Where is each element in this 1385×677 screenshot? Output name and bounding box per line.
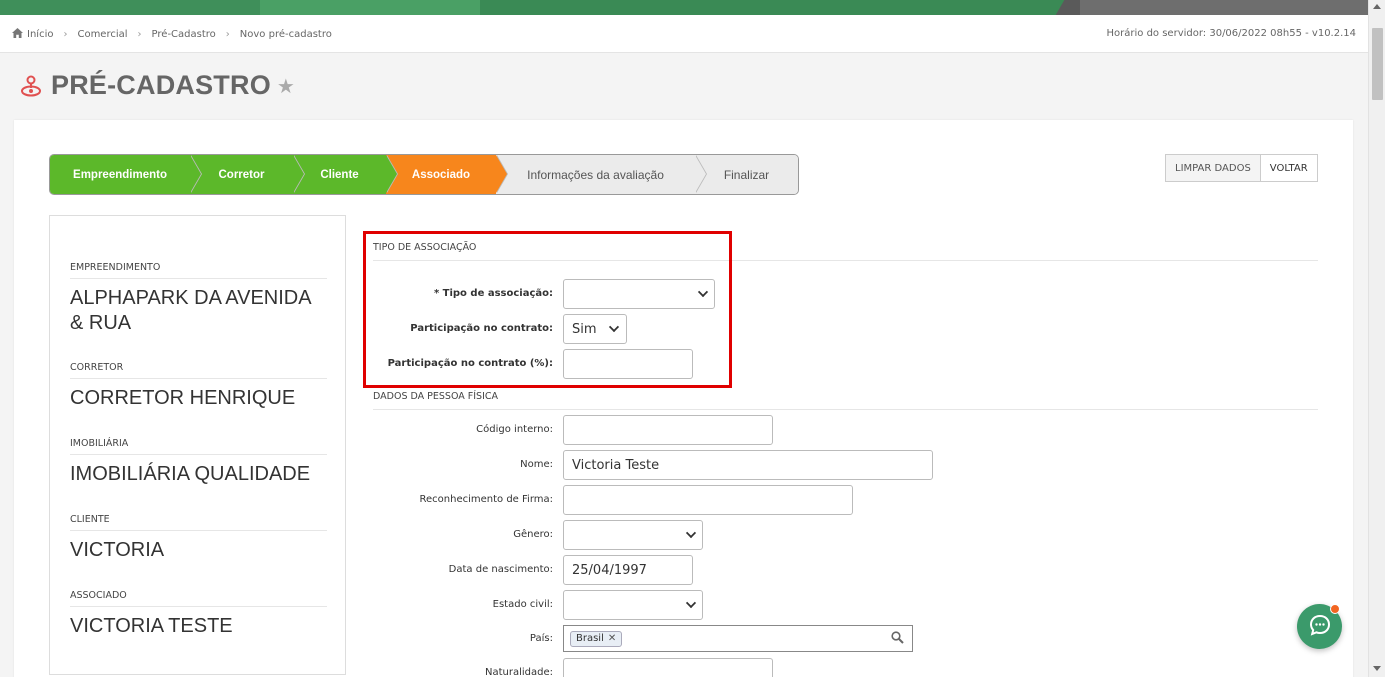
name-input[interactable]: Victoria Teste (563, 450, 933, 480)
home-icon (12, 28, 23, 41)
back-button[interactable]: VOLTAR (1260, 154, 1318, 182)
marital-status-label: Estado civil: (492, 599, 553, 610)
breadcrumb-bar: Início › Comercial › Pré-Cadastro › Novo… (0, 15, 1368, 53)
birth-date-input[interactable]: 25/04/1997 (563, 555, 693, 585)
chevron-right-icon: › (63, 29, 68, 40)
scroll-down-icon[interactable] (1373, 666, 1381, 671)
breadcrumb: Início › Comercial › Pré-Cadastro › Novo… (12, 28, 332, 41)
summary-panel: EMPREENDIMENTO ALPHAPARK DA AVENIDA & RU… (49, 215, 346, 675)
remove-tag-icon[interactable]: ✕ (608, 633, 616, 644)
step-label: Informações da avaliação (527, 167, 664, 182)
step-label: Cliente (320, 168, 359, 181)
page-scrollbar[interactable] (1368, 0, 1385, 677)
step-finalizar[interactable]: Finalizar (695, 155, 798, 194)
country-tag: Brasil ✕ (570, 630, 623, 647)
naturality-label: Naturalidade: (484, 667, 553, 677)
chevron-down-icon (685, 527, 697, 539)
joystick-icon (20, 75, 42, 97)
step-label: Empreendimento (73, 168, 167, 181)
search-icon[interactable] (891, 631, 904, 647)
step-informacoes-avaliacao[interactable]: Informações da avaliação (496, 155, 707, 194)
breadcrumb-inicio[interactable]: Início (27, 29, 53, 40)
summary-associado: ASSOCIADO VICTORIA TESTE (70, 590, 327, 639)
breadcrumb-pre-cadastro[interactable]: Pré-Cadastro (152, 29, 216, 40)
notification-dot (1330, 604, 1340, 614)
naturality-input[interactable] (563, 658, 773, 677)
internal-code-label: Código interno: (476, 424, 553, 435)
country-multiselect[interactable]: Brasil ✕ (563, 625, 913, 652)
step-label: Associado (411, 168, 471, 181)
gender-select[interactable] (563, 520, 703, 550)
divider (373, 409, 1318, 410)
chevron-right-icon: › (225, 29, 230, 40)
summary-empreendimento: EMPREENDIMENTO ALPHAPARK DA AVENIDA & RU… (70, 262, 327, 336)
birth-date-label: Data de nascimento: (448, 564, 553, 575)
chevron-right-icon: › (137, 29, 142, 40)
summary-imobiliaria: IMOBILIÁRIA IMOBILIÁRIA QUALIDADE (70, 438, 327, 487)
wizard-steps: Empreendimento Corretor Cliente Associad… (49, 154, 799, 195)
name-label: Nome: (520, 459, 553, 470)
marital-status-select[interactable] (563, 590, 703, 620)
highlight-box (363, 231, 732, 388)
gender-label: Gênero: (513, 529, 553, 540)
scrollbar-thumb[interactable] (1372, 28, 1383, 100)
step-label: Finalizar (723, 167, 770, 182)
country-label: País: (529, 633, 553, 644)
clear-data-button[interactable]: LIMPAR DADOS (1165, 154, 1261, 182)
summary-corretor: CORRETOR CORRETOR HENRIQUE (70, 362, 327, 411)
action-buttons: LIMPAR DADOS VOLTAR (1165, 154, 1318, 182)
step-corretor[interactable]: Corretor (190, 155, 305, 194)
top-header-bar (0, 0, 1368, 15)
scroll-up-icon[interactable] (1373, 4, 1381, 9)
step-label: Corretor (218, 168, 265, 181)
breadcrumb-current: Novo pré-cadastro (239, 29, 332, 40)
chat-button[interactable] (1297, 604, 1342, 649)
page-title: PRÉ-CADASTRO (51, 70, 271, 100)
chat-bubble-icon (1309, 614, 1331, 640)
person-section-title: DADOS DA PESSOA FÍSICA (373, 391, 499, 402)
page-header: PRÉ-CADASTRO ★ (20, 70, 295, 101)
step-associado[interactable]: Associado (386, 155, 508, 194)
step-cliente[interactable]: Cliente (293, 155, 398, 194)
breadcrumb-comercial[interactable]: Comercial (77, 29, 127, 40)
signature-label: Reconhecimento de Firma: (419, 494, 553, 505)
chevron-down-icon (685, 597, 697, 609)
server-time: Horário do servidor: 30/06/2022 08h55 - … (1106, 28, 1356, 39)
internal-code-input[interactable] (563, 415, 773, 445)
summary-cliente: CLIENTE VICTORIA (70, 514, 327, 563)
signature-input[interactable] (563, 485, 853, 515)
star-icon[interactable]: ★ (277, 74, 295, 98)
step-empreendimento[interactable]: Empreendimento (50, 155, 202, 194)
